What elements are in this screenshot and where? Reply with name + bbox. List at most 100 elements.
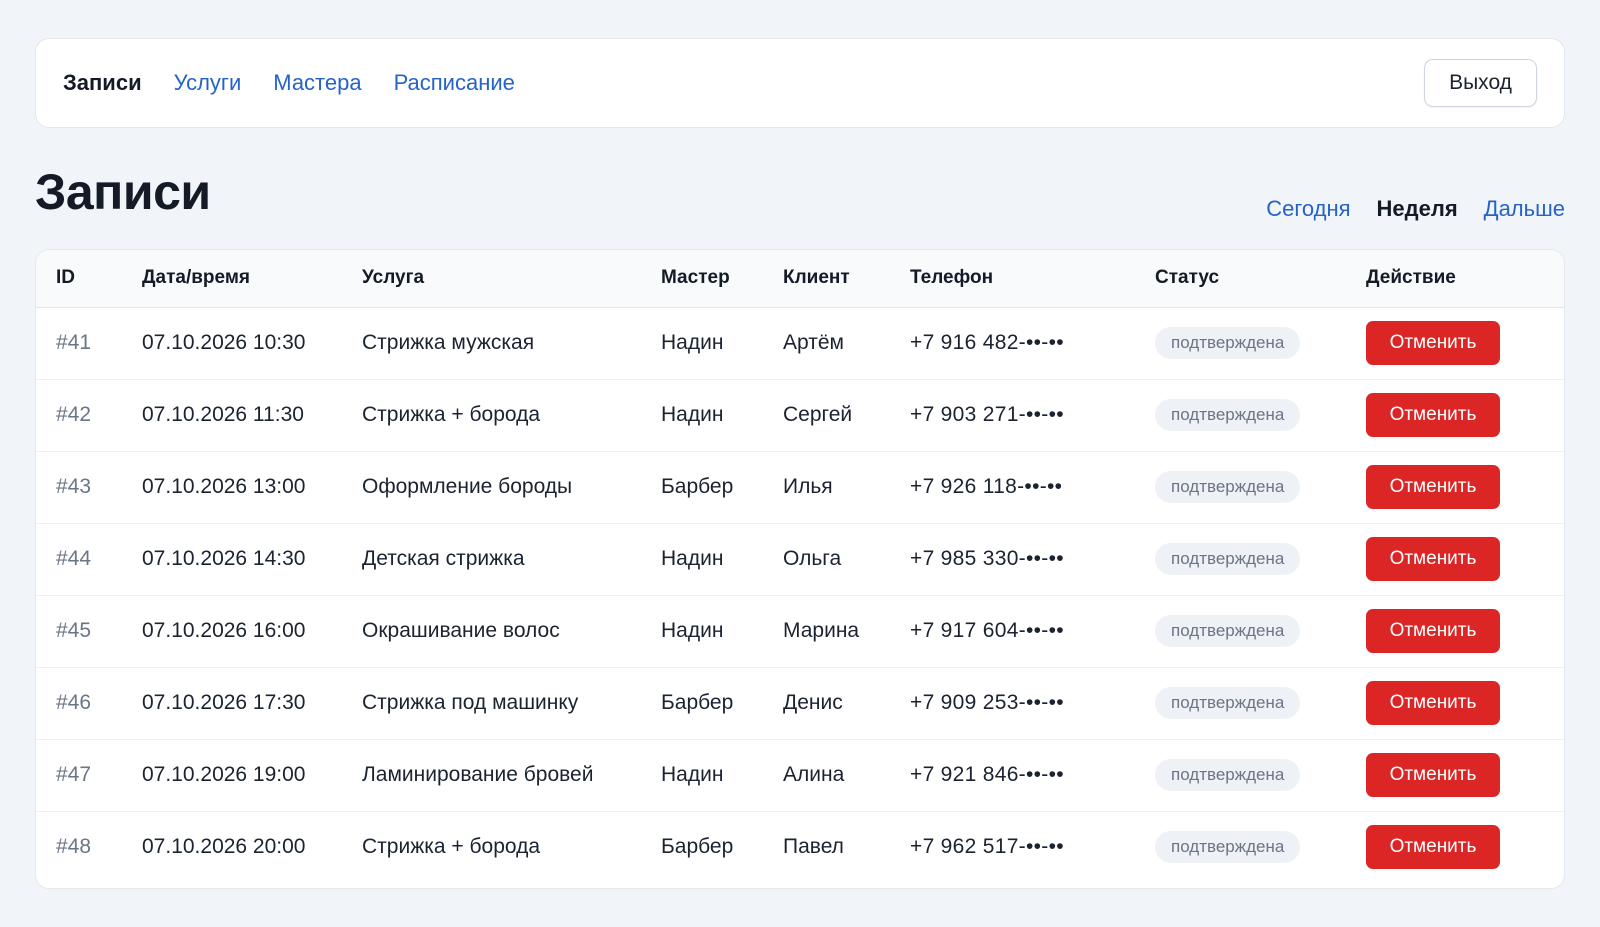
record-master: Барбер [641,450,763,523]
record-status-cell: подтверждена [1135,307,1346,379]
status-badge: подтверждена [1155,831,1301,864]
record-service: Оформление бороды [342,450,641,523]
record-status-cell: подтверждена [1135,810,1346,883]
record-master: Барбер [641,666,763,739]
record-status-cell: подтверждена [1135,666,1346,739]
column-header-id: ID [36,250,122,308]
record-master: Надин [661,331,724,354]
cancel-button[interactable]: Отменить [1366,753,1500,797]
record-phone: +7 909 253-••-•• [890,666,1135,739]
record-status-cell: подтверждена [1135,594,1346,667]
record-datetime: 07.10.2026 20:00 [122,810,342,883]
record-client: Ольга [763,522,890,595]
table-row: #47 07.10.2026 19:00 Ламинирование бровей Н… [36,738,1564,811]
record-service: Стрижка + борода [342,810,641,883]
table-row: #43 07.10.2026 13:00 Оформление бороды Барб… [36,450,1564,523]
record-master: Надин [641,594,763,667]
record-action-cell: Отменить [1346,307,1564,379]
nav-item-schedule[interactable]: Расписание [394,70,515,96]
record-status-cell: подтверждена [1135,522,1346,595]
nav-item-services[interactable]: Услуги [174,70,242,96]
record-action-cell: Отменить [1346,378,1564,451]
record-service: Стрижка мужская [362,331,535,354]
nav-item-records[interactable]: Записи [63,70,142,96]
date-range-filter: Сегодня Неделя Дальше [1266,196,1565,222]
record-id: #43 [36,450,122,523]
cancel-button[interactable]: Отменить [1366,825,1500,870]
record-phone: +7 962 517-••-•• [890,810,1135,883]
cancel-button[interactable]: Отменить [1366,609,1500,653]
logout-button[interactable]: Выход [1424,59,1537,107]
record-service: Детская стрижка [342,522,641,595]
record-client: Марина [763,594,890,667]
column-header-master: Мастер [641,250,763,308]
status-badge: подтверждена [1155,615,1301,647]
record-service: Окрашивание волос [342,594,641,667]
record-client: Павел [763,810,890,883]
record-id: #46 [36,666,122,739]
range-later-link[interactable]: Дальше [1484,196,1565,222]
table-header-row: ID Дата/время Услуга Мастер Клиент Телеф… [36,250,1564,308]
record-action-cell: Отменить [1346,666,1564,739]
record-datetime: 07.10.2026 11:30 [122,378,342,451]
record-id: #41 [56,331,92,354]
record-client: Денис [763,666,890,739]
record-action-cell: Отменить [1346,594,1564,667]
record-service: Стрижка + борода [342,378,641,451]
cancel-button[interactable]: Отменить [1366,537,1500,581]
column-header-action: Действие [1346,250,1564,308]
record-id: #47 [36,738,122,811]
cancel-button[interactable]: Отменить [1366,321,1500,365]
range-week-link[interactable]: Неделя [1377,196,1458,222]
column-header-service: Услуга [342,250,641,308]
table-body: #41 07.10.2026 10:30 Стрижка мужская Надин А… [36,307,1564,883]
record-id: #45 [36,594,122,667]
cancel-button[interactable]: Отменить [1366,393,1500,437]
record-client: Сергей [763,378,890,451]
record-datetime: 07.10.2026 19:00 [122,738,342,811]
record-service: Стрижка под машинку [342,666,641,739]
record-phone: +7 921 846-••-•• [890,738,1135,811]
page-title: Записи [35,164,211,220]
table-row: #46 07.10.2026 17:30 Стрижка под машинку Ба… [36,666,1564,739]
record-master: Надин [641,522,763,595]
cancel-button[interactable]: Отменить [1366,465,1500,509]
table-row: #42 07.10.2026 11:30 Стрижка + борода Надин… [36,378,1564,451]
nav-item-masters[interactable]: Мастера [273,70,361,96]
record-phone: +7 916 482-••-•• [910,331,1064,354]
record-phone: +7 926 118-••-•• [890,450,1135,523]
top-navbar: Записи Услуги Мастера Расписание Выход [35,38,1565,128]
column-header-phone: Телефон [890,250,1135,308]
record-id: #42 [36,378,122,451]
record-action-cell: Отменить [1346,810,1564,883]
records-table: ID Дата/время Услуга Мастер Клиент Телеф… [36,250,1564,883]
table-row: #45 07.10.2026 16:00 Окрашивание волос Нади… [36,594,1564,667]
column-header-client: Клиент [763,250,890,308]
cancel-button[interactable]: Отменить [1366,681,1500,725]
record-phone: +7 903 271-••-•• [890,378,1135,451]
record-phone: +7 985 330-••-•• [890,522,1135,595]
column-header-datetime: Дата/время [122,250,342,308]
record-id: #44 [36,522,122,595]
record-action-cell: Отменить [1346,738,1564,811]
range-today-link[interactable]: Сегодня [1266,196,1350,222]
table-row: #41 07.10.2026 10:30 Стрижка мужская Надин А… [36,307,1564,379]
record-status-cell: подтверждена [1135,738,1346,811]
status-badge: подтверждена [1155,543,1301,575]
status-badge: подтверждена [1155,471,1301,503]
record-client: Алина [763,738,890,811]
record-datetime: 07.10.2026 10:30 [142,331,306,354]
record-client: Артём [783,331,844,354]
status-badge: подтверждена [1155,399,1301,431]
record-status-cell: подтверждена [1135,378,1346,451]
record-service: Ламинирование бровей [342,738,641,811]
main-nav: Записи Услуги Мастера Расписание [63,70,515,96]
record-master: Надин [641,738,763,811]
table-row: #44 07.10.2026 14:30 Детская стрижка Надин О… [36,522,1564,595]
status-badge: подтверждена [1155,687,1301,719]
record-datetime: 07.10.2026 13:00 [122,450,342,523]
record-client: Илья [763,450,890,523]
record-master: Надин [641,378,763,451]
record-master: Барбер [641,810,763,883]
record-id: #48 [36,810,122,883]
